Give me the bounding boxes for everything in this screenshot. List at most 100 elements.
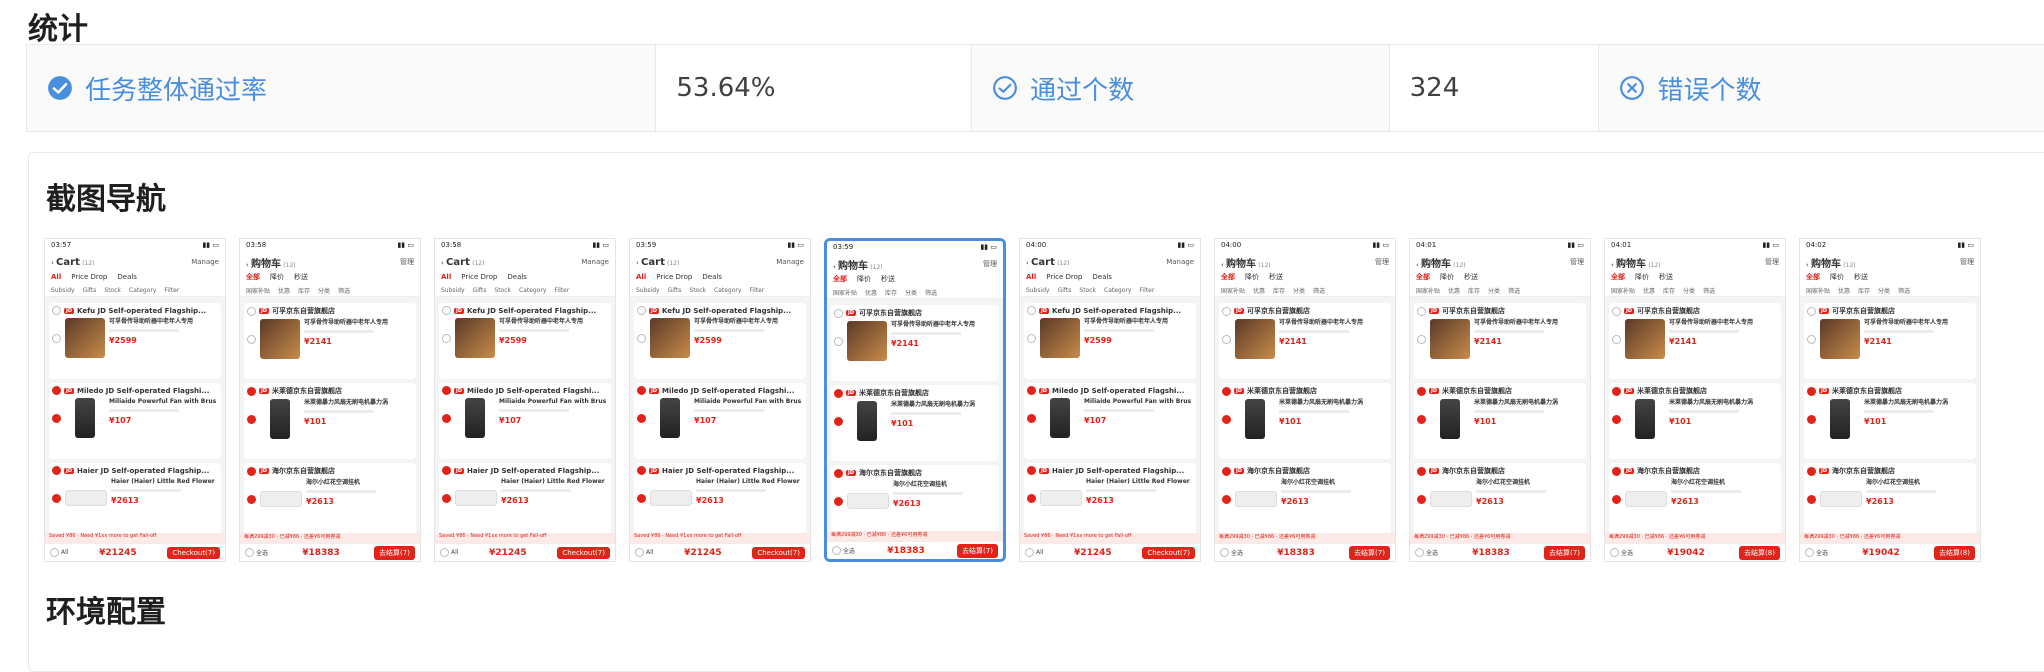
- filter-chip[interactable]: 筛选: [338, 286, 350, 295]
- back-icon[interactable]: ‹: [636, 259, 639, 267]
- filter-chip[interactable]: 筛选: [1703, 286, 1715, 295]
- manage-button[interactable]: 管理: [1570, 257, 1584, 267]
- tab-price-drop[interactable]: 降价: [1245, 272, 1259, 282]
- tab-price-drop[interactable]: 降价: [1830, 272, 1844, 282]
- manage-button[interactable]: 管理: [983, 259, 997, 269]
- select-all-checkbox[interactable]: [1220, 548, 1229, 557]
- tab-deals[interactable]: 秒送: [294, 272, 308, 282]
- manage-button[interactable]: Manage: [776, 258, 804, 266]
- select-all-checkbox[interactable]: [50, 548, 59, 557]
- screenshot-thumbnail[interactable]: 03:58 ▮▮ ▭ ‹ 购物车 (12) 管理 全部 降价 秒送 国家补贴 优…: [239, 238, 421, 562]
- back-icon[interactable]: ‹: [1221, 261, 1224, 269]
- filter-chip[interactable]: 筛选: [925, 288, 937, 297]
- screenshot-thumbnail[interactable]: 03:59 ▮▮ ▭ ‹ Cart (12) Manage All Price …: [629, 238, 811, 562]
- checkout-button[interactable]: 去结算(7): [957, 543, 998, 558]
- filter-chip[interactable]: 国家补贴: [1806, 286, 1830, 295]
- tab-all[interactable]: All: [51, 273, 61, 281]
- manage-button[interactable]: Manage: [581, 258, 609, 266]
- filter-chip[interactable]: Category: [1104, 287, 1131, 294]
- tab-all[interactable]: 全部: [246, 272, 260, 282]
- filter-chip[interactable]: 优惠: [865, 288, 877, 297]
- tab-deals[interactable]: 秒送: [1464, 272, 1478, 282]
- tab-all[interactable]: 全部: [1611, 272, 1625, 282]
- tab-all[interactable]: All: [636, 273, 646, 281]
- filter-chip[interactable]: 优惠: [1643, 286, 1655, 295]
- manage-button[interactable]: 管理: [400, 257, 414, 267]
- back-icon[interactable]: ‹: [1416, 261, 1419, 269]
- tab-deals[interactable]: 秒送: [1854, 272, 1868, 282]
- filter-chip[interactable]: Category: [129, 287, 156, 294]
- checkout-button[interactable]: 去结算(7): [1349, 545, 1390, 560]
- manage-button[interactable]: 管理: [1960, 257, 1974, 267]
- filter-chip[interactable]: Filter: [164, 287, 179, 294]
- filter-chip[interactable]: Gifts: [83, 287, 97, 294]
- back-icon[interactable]: ‹: [246, 261, 249, 269]
- back-icon[interactable]: ‹: [833, 263, 836, 271]
- tab-all[interactable]: 全部: [1416, 272, 1430, 282]
- tab-price-drop[interactable]: Price Drop: [461, 273, 497, 281]
- tab-deals[interactable]: 秒送: [881, 274, 895, 284]
- back-icon[interactable]: ‹: [1806, 261, 1809, 269]
- tab-price-drop[interactable]: 降价: [857, 274, 871, 284]
- screenshot-thumbnail[interactable]: 04:00 ▮▮ ▭ ‹ 购物车 (12) 管理 全部 降价 秒送 国家补贴 优…: [1214, 238, 1396, 562]
- filter-chip[interactable]: Filter: [1139, 287, 1154, 294]
- checkout-button[interactable]: 去结算(8): [1934, 545, 1975, 560]
- filter-chip[interactable]: 库存: [298, 286, 310, 295]
- filter-chip[interactable]: Stock: [104, 287, 121, 294]
- select-all-checkbox[interactable]: [1025, 548, 1034, 557]
- manage-button[interactable]: Manage: [191, 258, 219, 266]
- tab-deals[interactable]: Deals: [507, 273, 527, 281]
- tab-all[interactable]: All: [1026, 273, 1036, 281]
- select-all-checkbox[interactable]: [832, 546, 841, 555]
- checkout-button[interactable]: 去结算(8): [1739, 545, 1780, 560]
- filter-chip[interactable]: 国家补贴: [1221, 286, 1245, 295]
- filter-chip[interactable]: Subsidy: [51, 287, 75, 294]
- filter-chip[interactable]: 分类: [1293, 286, 1305, 295]
- filter-chip[interactable]: 优惠: [1253, 286, 1265, 295]
- filter-chip[interactable]: Subsidy: [1026, 287, 1050, 294]
- filter-chip[interactable]: 分类: [318, 286, 330, 295]
- filter-chip[interactable]: 库存: [1468, 286, 1480, 295]
- screenshot-thumbnail[interactable]: 04:02 ▮▮ ▭ ‹ 购物车 (12) 管理 全部 降价 秒送 国家补贴 优…: [1799, 238, 1981, 562]
- filter-chip[interactable]: 筛选: [1313, 286, 1325, 295]
- screenshot-thumbnail[interactable]: 03:58 ▮▮ ▭ ‹ Cart (12) Manage All Price …: [434, 238, 616, 562]
- checkout-button[interactable]: Checkout(7): [167, 546, 220, 559]
- tab-price-drop[interactable]: 降价: [270, 272, 284, 282]
- filter-chip[interactable]: 优惠: [278, 286, 290, 295]
- filter-chip[interactable]: Subsidy: [636, 287, 660, 294]
- select-all-checkbox[interactable]: [245, 548, 254, 557]
- select-all-checkbox[interactable]: [1805, 548, 1814, 557]
- screenshot-thumbnail[interactable]: 04:01 ▮▮ ▭ ‹ 购物车 (12) 管理 全部 降价 秒送 国家补贴 优…: [1409, 238, 1591, 562]
- tab-all[interactable]: 全部: [1221, 272, 1235, 282]
- tab-all[interactable]: 全部: [833, 274, 847, 284]
- tab-price-drop[interactable]: 降价: [1635, 272, 1649, 282]
- screenshot-thumbnail[interactable]: 03:59 ▮▮ ▭ ‹ 购物车 (12) 管理 全部 降价 秒送 国家补贴 优…: [824, 238, 1006, 562]
- filter-chip[interactable]: 库存: [1663, 286, 1675, 295]
- screenshot-thumbnail[interactable]: 03:57 ▮▮ ▭ ‹ Cart (12) Manage All Price …: [44, 238, 226, 562]
- filter-chip[interactable]: Stock: [689, 287, 706, 294]
- tab-deals[interactable]: Deals: [117, 273, 137, 281]
- select-all-checkbox[interactable]: [635, 548, 644, 557]
- filter-chip[interactable]: 分类: [1878, 286, 1890, 295]
- manage-button[interactable]: Manage: [1166, 258, 1194, 266]
- tab-price-drop[interactable]: 降价: [1440, 272, 1454, 282]
- filter-chip[interactable]: 库存: [1858, 286, 1870, 295]
- filter-chip[interactable]: Filter: [554, 287, 569, 294]
- tab-deals[interactable]: Deals: [702, 273, 722, 281]
- tab-all[interactable]: 全部: [1806, 272, 1820, 282]
- screenshot-thumbnail[interactable]: 04:01 ▮▮ ▭ ‹ 购物车 (12) 管理 全部 降价 秒送 国家补贴 优…: [1604, 238, 1786, 562]
- filter-chip[interactable]: Category: [519, 287, 546, 294]
- back-icon[interactable]: ‹: [51, 259, 54, 267]
- filter-chip[interactable]: 优惠: [1448, 286, 1460, 295]
- filter-chip[interactable]: Gifts: [1058, 287, 1072, 294]
- select-all-checkbox[interactable]: [440, 548, 449, 557]
- filter-chip[interactable]: 分类: [905, 288, 917, 297]
- filter-chip[interactable]: 库存: [1273, 286, 1285, 295]
- select-all-checkbox[interactable]: [1610, 548, 1619, 557]
- filter-chip[interactable]: 国家补贴: [833, 288, 857, 297]
- filter-chip[interactable]: Filter: [749, 287, 764, 294]
- checkout-button[interactable]: 去结算(7): [374, 545, 415, 560]
- tab-deals[interactable]: Deals: [1092, 273, 1112, 281]
- select-all-checkbox[interactable]: [1415, 548, 1424, 557]
- tab-price-drop[interactable]: Price Drop: [71, 273, 107, 281]
